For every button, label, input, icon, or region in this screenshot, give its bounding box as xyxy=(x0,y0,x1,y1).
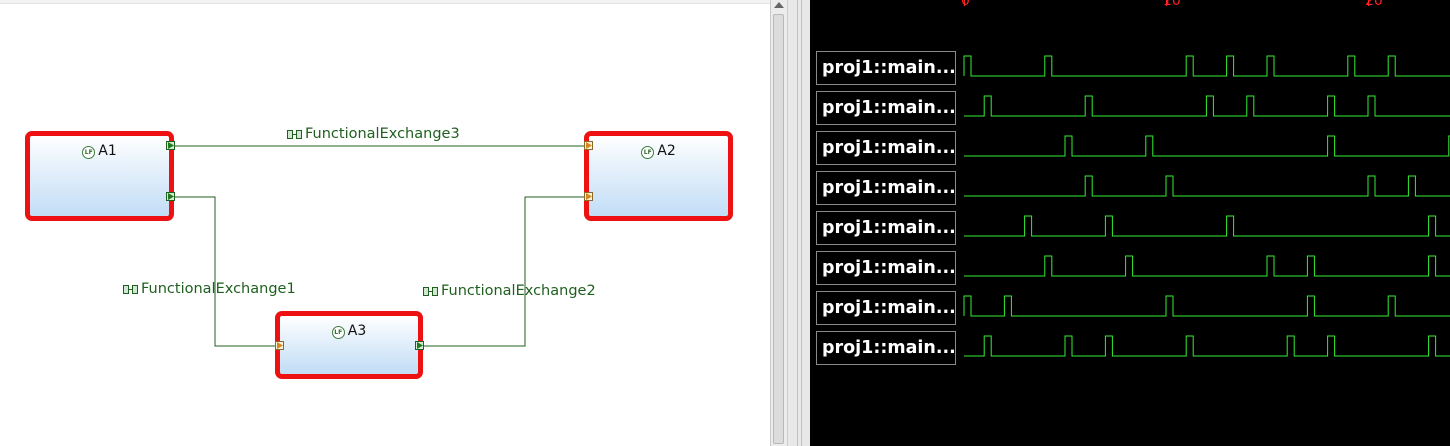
output-port-A1-fe1[interactable] xyxy=(166,192,175,201)
panel-splitter[interactable] xyxy=(787,0,811,446)
scrollbar-thumb[interactable] xyxy=(773,14,784,444)
function-box-A1[interactable]: LF A1 xyxy=(25,131,174,221)
signal-trace xyxy=(964,135,1450,157)
exchange-label-fe1[interactable]: FunctionalExchange1 xyxy=(123,281,296,297)
lf-function-icon: LF xyxy=(331,326,345,339)
diagram-canvas[interactable]: LF A1 LF A2 LF A3 FunctionalExchange3 Funct… xyxy=(0,0,770,446)
function-label: A1 xyxy=(98,143,117,159)
input-port-A2-fe3[interactable] xyxy=(584,141,593,150)
scroll-up-arrow-icon[interactable] xyxy=(774,2,784,8)
lf-function-icon: LF xyxy=(82,146,96,159)
function-label: A3 xyxy=(347,323,367,339)
output-port-A3-fe2[interactable] xyxy=(415,341,424,350)
input-port-A2-fe2[interactable] xyxy=(584,192,593,201)
output-port-A1-fe3[interactable] xyxy=(166,141,175,150)
splitter-grip xyxy=(797,0,802,446)
signal-trace xyxy=(964,335,1450,357)
function-box-A2[interactable]: LF A2 xyxy=(584,131,733,221)
exchange-label-fe2[interactable]: FunctionalExchange2 xyxy=(423,283,596,299)
signal-trace xyxy=(964,215,1450,237)
function-label: A2 xyxy=(657,143,676,159)
waveform-viewer[interactable]: 0 10 20 proj1::main... proj1::main... proj1:… xyxy=(810,0,1450,446)
signal-trace xyxy=(964,175,1450,197)
functional-exchange-icon xyxy=(423,286,438,296)
exchange-line-fe2 xyxy=(424,196,585,347)
signal-trace xyxy=(963,295,1450,317)
exchange-label-fe3[interactable]: FunctionalExchange3 xyxy=(287,126,460,142)
vertical-scrollbar[interactable] xyxy=(770,0,787,446)
exchange-line-fe1 xyxy=(174,196,276,347)
signal-trace xyxy=(964,255,1450,277)
exchange-connectors xyxy=(174,145,585,347)
signal-trace xyxy=(963,55,1450,77)
functional-exchange-icon xyxy=(123,284,138,294)
signal-traces xyxy=(963,55,1450,357)
input-port-A3-fe1[interactable] xyxy=(275,341,284,350)
signal-trace xyxy=(964,95,1450,117)
function-box-A3[interactable]: LF A3 xyxy=(275,311,423,379)
functional-exchange-icon xyxy=(287,129,302,139)
lf-function-icon: LF xyxy=(641,146,655,159)
